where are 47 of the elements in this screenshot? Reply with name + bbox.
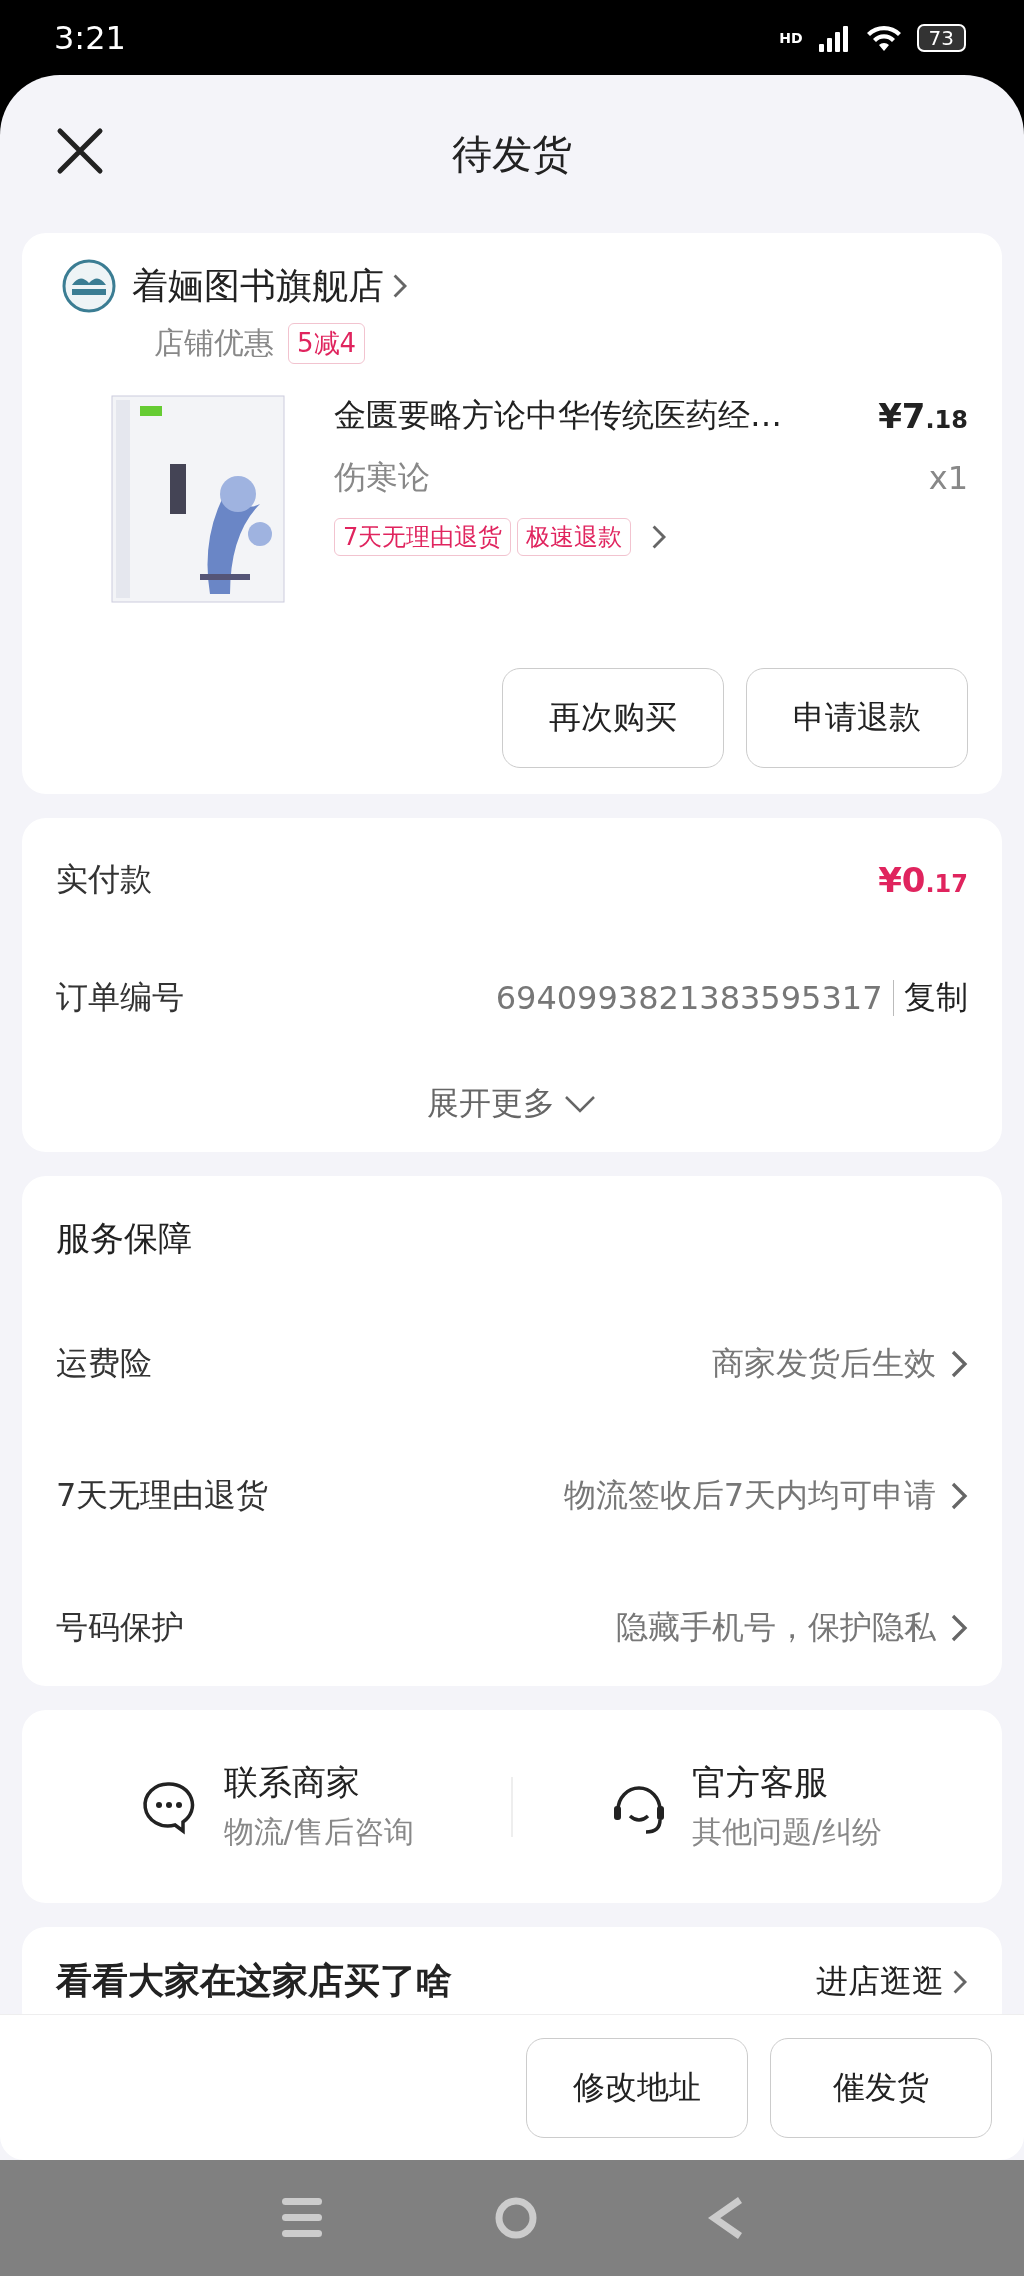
chevron-down-icon: [563, 1094, 597, 1114]
service-row[interactable]: 7天无理由退货 物流签收后7天内均可申请: [56, 1474, 968, 1518]
promo-label: 店铺优惠: [154, 324, 274, 362]
contact-title: 联系商家: [223, 1761, 361, 1804]
product-subtitle: 伤寒论: [334, 457, 430, 498]
menu-icon[interactable]: [280, 2197, 324, 2239]
chevron-right-icon: [950, 1349, 968, 1379]
action-button[interactable]: 再次购买: [502, 668, 724, 768]
contact-button[interactable]: 联系商家 物流/售后咨询: [42, 1760, 512, 1853]
service-tag: 7天无理由退货: [334, 518, 512, 556]
chevron-right-icon: [651, 524, 667, 550]
product-quantity: x1: [928, 459, 968, 497]
visit-store-link[interactable]: 进店逛逛: [816, 1959, 968, 2004]
expand-more-button[interactable]: 展开更多: [427, 1082, 597, 1126]
back-icon[interactable]: [708, 2196, 744, 2240]
row-label: 订单编号: [56, 977, 184, 1018]
copy-button[interactable]: 复制: [904, 976, 968, 1020]
chevron-right-icon: [950, 1481, 968, 1511]
contact-button[interactable]: 官方客服 其他问题/纠纷: [512, 1760, 982, 1853]
page-title: 待发货: [452, 129, 572, 179]
action-button[interactable]: 修改地址: [526, 2037, 748, 2138]
action-button[interactable]: 申请退款: [746, 668, 968, 768]
network-label: HD: [779, 29, 803, 46]
row-label: 实付款: [56, 859, 152, 900]
product-title: 金匮要略方论中华传统医药经…: [334, 395, 782, 436]
section-title: 服务保障: [56, 1217, 193, 1260]
signal-icon: [816, 23, 851, 52]
section-title: 看看大家在这家店买了啥: [56, 1959, 452, 2003]
contact-subtitle: 其他问题/纠纷: [692, 1813, 883, 1851]
contact-title: 官方客服: [692, 1761, 830, 1804]
chevron-right-icon: [952, 1968, 968, 1995]
store-name-link[interactable]: 着婳图书旗舰店: [132, 261, 408, 311]
battery-indicator: 73: [916, 23, 966, 52]
store-logo-icon: [62, 259, 116, 313]
service-tag: 极速退款: [517, 518, 632, 556]
contact-subtitle: 物流/售后咨询: [223, 1813, 414, 1851]
service-row[interactable]: 号码保护 隐藏手机号，保护隐私: [56, 1606, 968, 1650]
chevron-right-icon: [392, 273, 408, 299]
service-row[interactable]: 运费险 商家发货后生效: [56, 1342, 968, 1386]
action-button[interactable]: 催发货: [770, 2037, 992, 2138]
product-price: ¥7.18: [878, 396, 968, 436]
chevron-right-icon: [950, 1613, 968, 1643]
status-time: 3:21: [54, 18, 126, 57]
promo-tag: 5减4: [288, 323, 366, 364]
home-icon[interactable]: [494, 2196, 538, 2240]
order-number: 6940993821383595317: [495, 979, 883, 1017]
paid-amount: ¥0.17: [878, 860, 968, 900]
